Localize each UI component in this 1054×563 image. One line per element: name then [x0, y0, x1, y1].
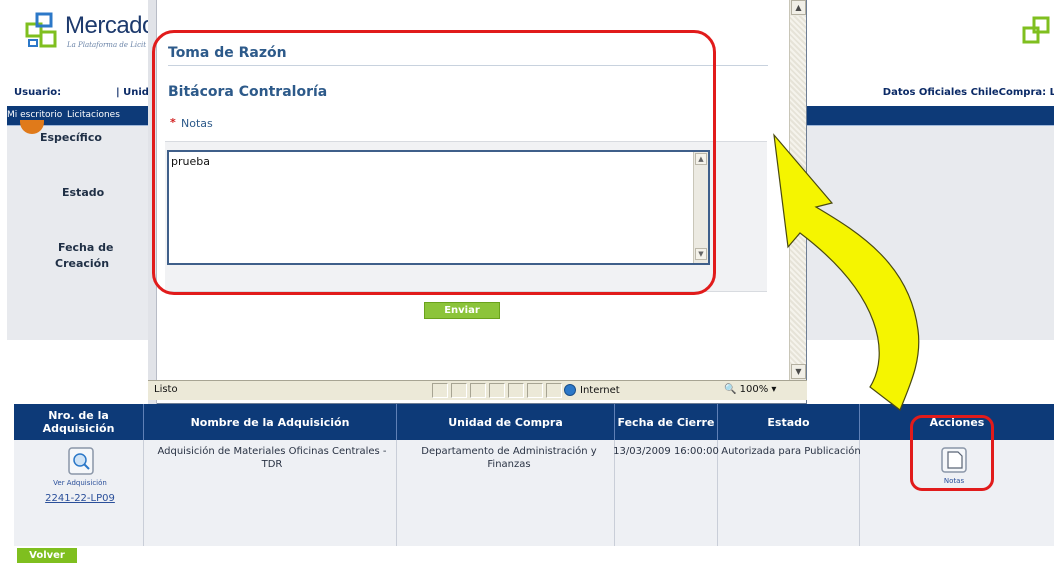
status-text: Autorizada para Publicación	[721, 446, 861, 457]
acquisition-name: Adquisición de Materiales Oficinas Centr…	[157, 446, 387, 470]
user-label: Usuario:	[14, 87, 62, 98]
mercado-logo[interactable]: Mercadol La Plataforma de Licit	[25, 8, 160, 53]
col-fecha: Fecha de Cierre	[615, 404, 718, 440]
view-acquisition-link[interactable]: Ver Adquisición	[20, 477, 140, 490]
brand-tagline: La Plataforma de Licit	[67, 41, 147, 49]
estado-label: Estado	[62, 186, 105, 199]
back-button[interactable]: Volver	[17, 548, 77, 563]
nav-item-escritorio[interactable]: Mi escritorio	[7, 110, 62, 120]
annotation-arrow	[773, 133, 920, 411]
annotation-form-highlight	[152, 30, 716, 295]
col-nro: Nro. de la Adquisición	[14, 404, 144, 440]
internet-globe-icon	[564, 384, 576, 396]
fecha-label-1: Fecha de	[58, 241, 114, 254]
submit-button[interactable]: Enviar	[424, 302, 500, 319]
status-text: Listo	[154, 384, 178, 395]
right-logo-icon	[1022, 16, 1050, 44]
screen: Mercadol La Plataforma de Licit Usuario:…	[0, 0, 1054, 563]
annotation-actions-highlight	[910, 415, 994, 491]
col-nombre: Nombre de la Adquisición	[144, 404, 397, 440]
col-unidad: Unidad de Compra	[397, 404, 615, 440]
close-date: 13/03/2009 16:00:00	[613, 446, 719, 457]
browser-status-bar: Listo Internet 🔍 100% ▾	[148, 380, 807, 400]
fecha-label-2: Creación	[55, 257, 110, 270]
step-label: Específico	[40, 131, 102, 144]
brand-name: Mercadol	[65, 12, 160, 39]
mercado-logo-icon	[25, 12, 57, 48]
zoom-icon: 🔍	[724, 384, 737, 395]
security-zone: Internet	[564, 384, 620, 396]
zone-label: Internet	[580, 385, 620, 396]
acquisition-id-link[interactable]: 2241-22-LP09	[20, 492, 140, 505]
scroll-up-icon[interactable]: ▲	[791, 0, 806, 15]
purchase-unit: Departamento de Administración y Finanza…	[421, 446, 597, 470]
search-doc-icon[interactable]	[66, 446, 96, 476]
nav-item-licitaciones[interactable]: Licitaciones	[67, 110, 120, 120]
official-data-link[interactable]: Datos Oficiales ChileCompra: L	[883, 87, 1054, 98]
